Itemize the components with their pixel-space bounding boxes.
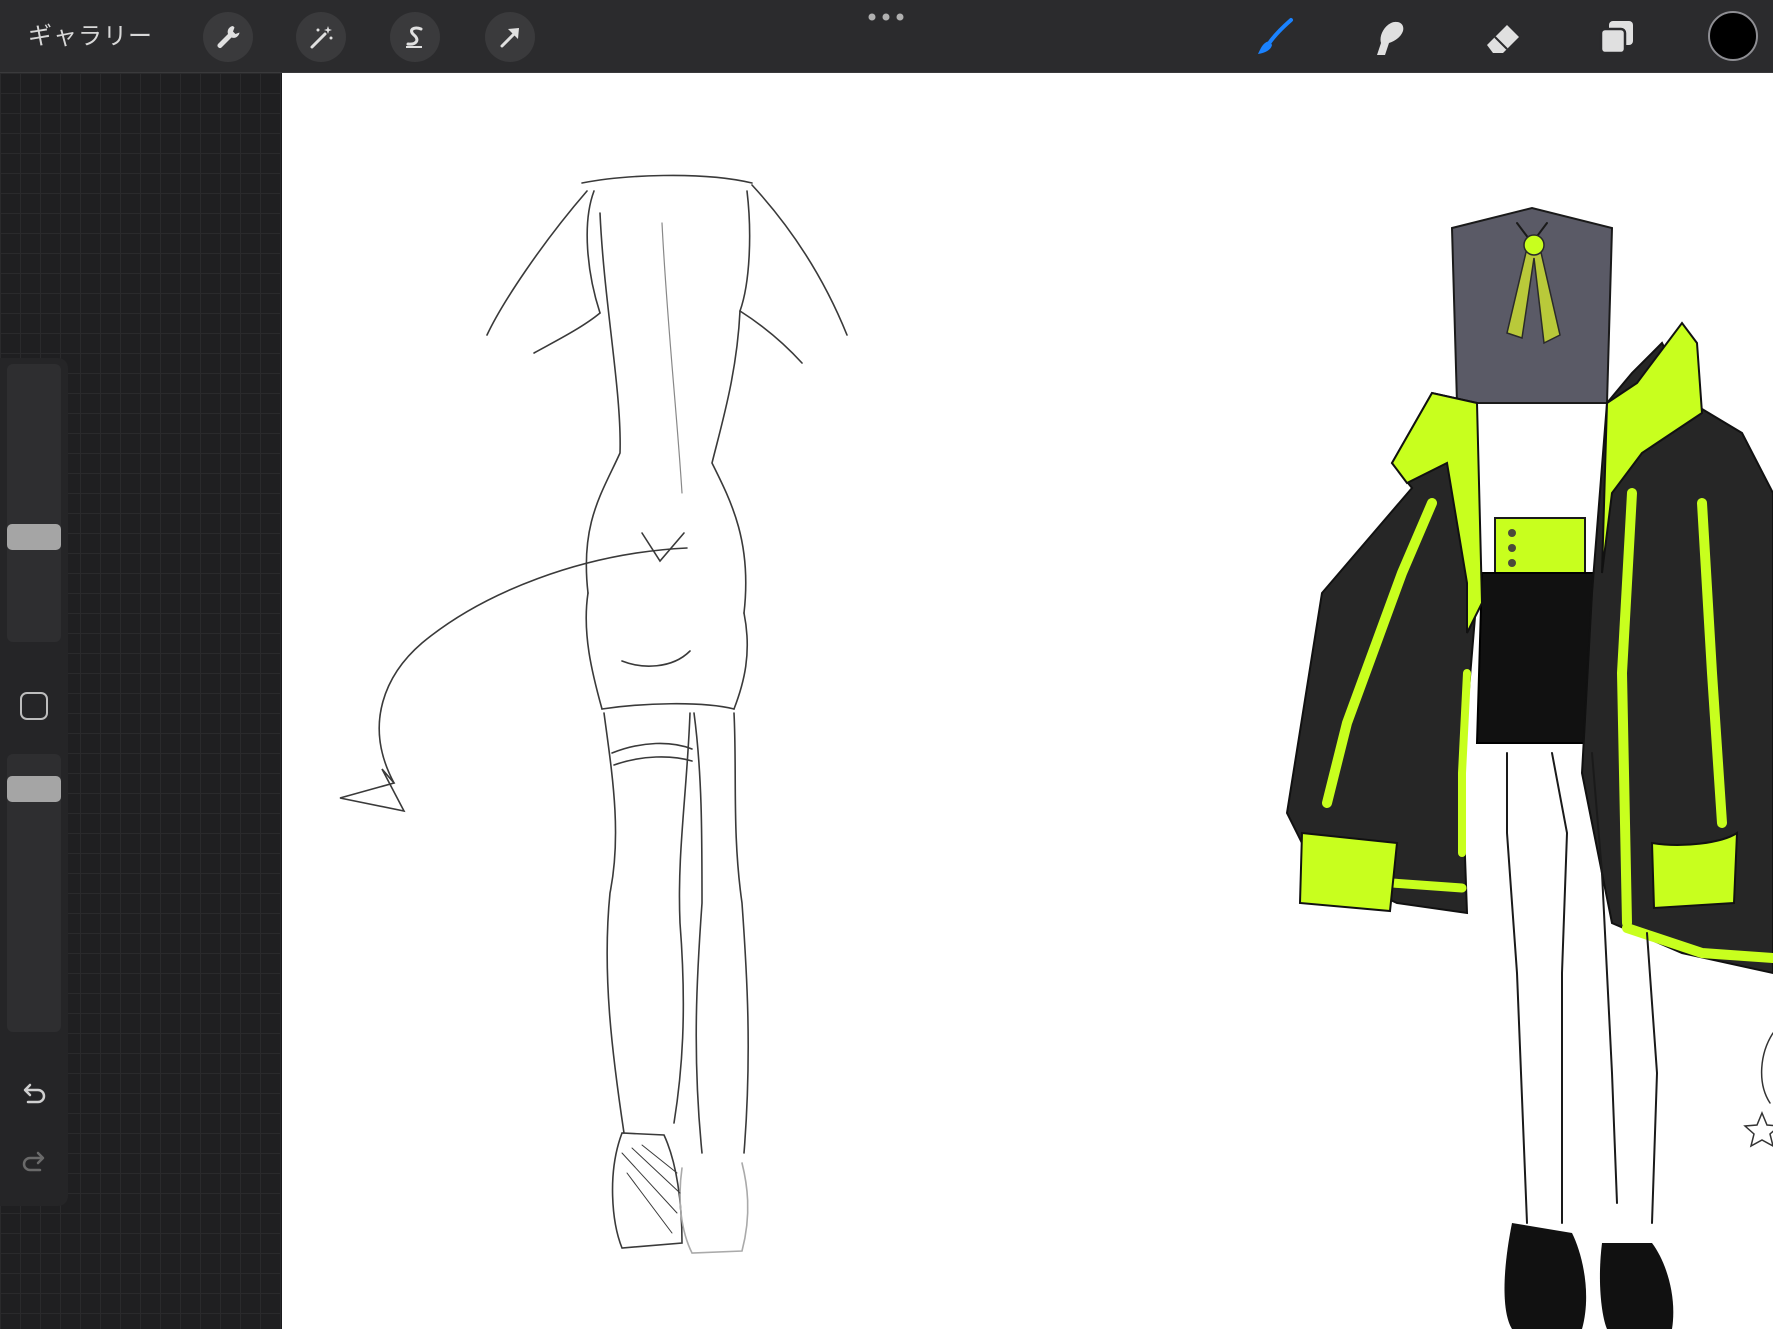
selection-s-icon[interactable] bbox=[390, 12, 440, 62]
transform-arrow-icon[interactable] bbox=[485, 12, 535, 62]
eraser-icon[interactable] bbox=[1478, 12, 1528, 62]
brush-icon[interactable] bbox=[1250, 12, 1300, 62]
undo-icon[interactable] bbox=[18, 1078, 50, 1110]
wrench-icon[interactable] bbox=[203, 12, 253, 62]
brush-size-thumb[interactable] bbox=[7, 524, 61, 550]
sketch-figure bbox=[339, 174, 848, 1254]
top-toolbar: ギャラリー bbox=[0, 0, 1773, 73]
gallery-button[interactable]: ギャラリー bbox=[28, 18, 153, 54]
sidebar bbox=[0, 358, 68, 1206]
color-picker-button[interactable] bbox=[1708, 11, 1758, 61]
opacity-thumb[interactable] bbox=[7, 776, 61, 802]
colored-figure bbox=[1285, 206, 1773, 1329]
layers-icon[interactable] bbox=[1592, 12, 1642, 62]
drawing-canvas[interactable] bbox=[282, 73, 1773, 1329]
brush-size-slider[interactable] bbox=[7, 364, 61, 642]
opacity-slider[interactable] bbox=[7, 754, 61, 1032]
artwork bbox=[339, 174, 1773, 1329]
redo-icon[interactable] bbox=[18, 1146, 50, 1178]
magic-wand-icon[interactable] bbox=[296, 12, 346, 62]
more-options-icon[interactable] bbox=[866, 10, 906, 24]
modify-square-icon[interactable] bbox=[20, 692, 48, 720]
smudge-icon[interactable] bbox=[1364, 12, 1414, 62]
